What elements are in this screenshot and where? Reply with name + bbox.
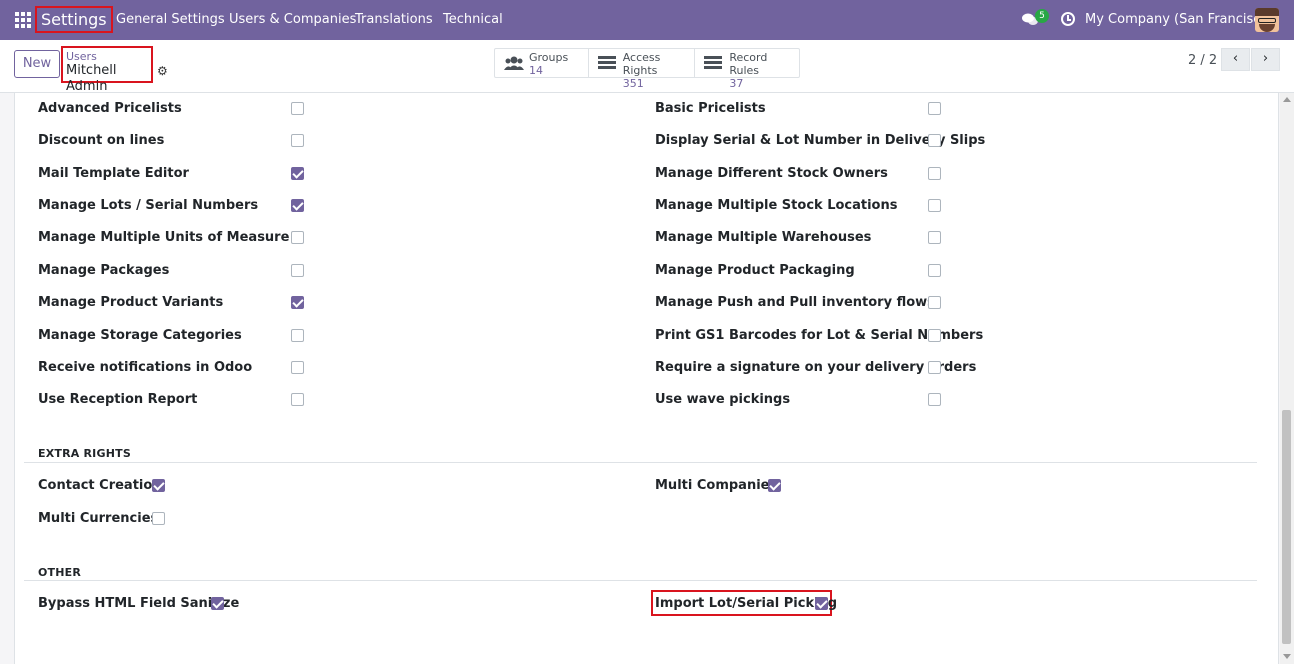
receive-notifications-in-odoo-label: Receive notifications in Odoo bbox=[38, 360, 253, 375]
receive-notifications-in-odoo-checkbox[interactable] bbox=[291, 361, 304, 374]
use-reception-report-checkbox[interactable] bbox=[291, 393, 304, 406]
scroll-up-arrow-icon[interactable] bbox=[1283, 97, 1291, 102]
groups-smart-button[interactable]: Groups 14 bbox=[495, 49, 589, 77]
gear-icon[interactable]: ⚙ bbox=[157, 65, 169, 77]
manage-product-variants-checkbox[interactable] bbox=[291, 296, 304, 309]
require-a-signature-on-your-delivery-orders-checkbox[interactable] bbox=[928, 361, 941, 374]
users-icon bbox=[504, 56, 524, 70]
groups-label: Groups bbox=[529, 51, 569, 64]
divider bbox=[24, 580, 1257, 581]
manage-product-packaging-checkbox[interactable] bbox=[928, 264, 941, 277]
multi-companies-label: Multi Companies bbox=[655, 478, 778, 493]
advanced-pricelists-checkbox[interactable] bbox=[291, 102, 304, 115]
mail-template-editor-label: Mail Template Editor bbox=[38, 166, 189, 181]
bypass-html-sanitize-checkbox[interactable] bbox=[211, 597, 224, 610]
basic-pricelists-checkbox[interactable] bbox=[928, 102, 941, 115]
contact-creation-checkbox[interactable] bbox=[152, 479, 165, 492]
manage-packages-checkbox[interactable] bbox=[291, 264, 304, 277]
discount-on-lines-label: Discount on lines bbox=[38, 133, 165, 148]
pager-previous-button[interactable]: ‹ bbox=[1221, 48, 1250, 71]
app-brand[interactable]: Settings bbox=[35, 6, 113, 33]
manage-push-and-pull-inventory-flows-checkbox[interactable] bbox=[928, 296, 941, 309]
apps-menu-icon[interactable] bbox=[15, 12, 31, 28]
manage-product-packaging-label: Manage Product Packaging bbox=[655, 263, 855, 278]
smart-buttons: Groups 14 Access Rights 351 Record Rules… bbox=[494, 48, 800, 90]
manage-product-variants-label: Manage Product Variants bbox=[38, 295, 224, 310]
bypass-html-sanitize-label: Bypass HTML Field Sanitize bbox=[38, 596, 240, 611]
scrollbar[interactable] bbox=[1280, 93, 1294, 664]
manage-packages-label: Manage Packages bbox=[38, 263, 170, 278]
manage-lots-serial-numbers-checkbox[interactable] bbox=[291, 199, 304, 212]
manage-different-stock-owners-checkbox[interactable] bbox=[928, 167, 941, 180]
multi-currencies-label: Multi Currencies bbox=[38, 511, 159, 526]
use-wave-pickings-checkbox[interactable] bbox=[928, 393, 941, 406]
access-rights-label: Access Rights bbox=[622, 51, 661, 77]
groups-count: 14 bbox=[529, 64, 543, 77]
display-serial-lot-number-in-delivery-slips-checkbox[interactable] bbox=[928, 134, 941, 147]
breadcrumb-parent[interactable]: Users bbox=[66, 50, 148, 63]
pager-next-button[interactable]: › bbox=[1251, 48, 1280, 71]
manage-lots-serial-numbers-label: Manage Lots / Serial Numbers bbox=[38, 198, 259, 213]
record-rules-count: 37 bbox=[729, 77, 744, 90]
manage-multiple-units-of-measure-label: Manage Multiple Units of Measure bbox=[38, 230, 290, 245]
pager-value: 2 / 2 bbox=[1188, 53, 1218, 68]
manage-push-and-pull-inventory-flows-label: Manage Push and Pull inventory flows bbox=[655, 295, 935, 310]
clock-icon[interactable] bbox=[1061, 12, 1075, 26]
extra-rights-title: EXTRA RIGHTS bbox=[38, 447, 131, 460]
scroll-down-arrow-icon[interactable] bbox=[1283, 654, 1291, 659]
other-title: OTHER bbox=[38, 566, 82, 579]
access-rights-smart-button[interactable]: Access Rights 351 bbox=[589, 49, 696, 90]
access-rights-count: 351 bbox=[622, 77, 644, 90]
record-rules-smart-button[interactable]: Record Rules 37 bbox=[695, 49, 799, 90]
scroll-thumb[interactable] bbox=[1282, 410, 1291, 644]
record-rules-label: Record Rules bbox=[729, 51, 768, 77]
avatar[interactable] bbox=[1255, 8, 1279, 32]
breadcrumb: Users Mitchell Admin bbox=[61, 46, 153, 94]
top-navbar: Settings General Settings Users & Compan… bbox=[0, 0, 1294, 40]
multi-companies-checkbox[interactable] bbox=[768, 479, 781, 492]
manage-different-stock-owners-label: Manage Different Stock Owners bbox=[655, 166, 888, 181]
company-switcher[interactable]: My Company (San Francisco) bbox=[1085, 12, 1273, 27]
use-reception-report-label: Use Reception Report bbox=[38, 392, 198, 407]
contact-creation-label: Contact Creation bbox=[38, 478, 162, 493]
mail-template-editor-checkbox[interactable] bbox=[291, 167, 304, 180]
multi-currencies-checkbox[interactable] bbox=[152, 512, 165, 525]
menu-translations[interactable]: Translations bbox=[355, 12, 433, 27]
divider bbox=[24, 462, 1257, 463]
use-wave-pickings-label: Use wave pickings bbox=[655, 392, 791, 407]
control-panel: New Users Mitchell Admin ⚙ Groups 14 Acc… bbox=[0, 40, 1294, 94]
chat-badge: 5 bbox=[1035, 9, 1049, 23]
manage-multiple-warehouses-checkbox[interactable] bbox=[928, 231, 941, 244]
list-icon bbox=[597, 56, 616, 70]
breadcrumb-current: Mitchell Admin bbox=[66, 63, 117, 94]
import-lot-serial-checkbox[interactable] bbox=[815, 597, 828, 610]
manage-multiple-stock-locations-label: Manage Multiple Stock Locations bbox=[655, 198, 898, 213]
import-lot-serial-label: Import Lot/Serial Picking bbox=[655, 596, 838, 611]
basic-pricelists-label: Basic Pricelists bbox=[655, 101, 766, 116]
advanced-pricelists-label: Advanced Pricelists bbox=[38, 101, 182, 116]
manage-storage-categories-checkbox[interactable] bbox=[291, 329, 304, 342]
manage-storage-categories-label: Manage Storage Categories bbox=[38, 328, 242, 343]
discount-on-lines-checkbox[interactable] bbox=[291, 134, 304, 147]
new-button[interactable]: New bbox=[14, 50, 60, 78]
manage-multiple-warehouses-label: Manage Multiple Warehouses bbox=[655, 230, 872, 245]
list-icon bbox=[704, 56, 723, 70]
menu-general-settings[interactable]: General Settings bbox=[116, 12, 225, 27]
menu-technical[interactable]: Technical bbox=[443, 12, 503, 27]
manage-multiple-stock-locations-checkbox[interactable] bbox=[928, 199, 941, 212]
print-gs1-barcodes-for-lot-serial-numbers-checkbox[interactable] bbox=[928, 329, 941, 342]
menu-users-companies[interactable]: Users & Companies bbox=[229, 12, 356, 27]
manage-multiple-units-of-measure-checkbox[interactable] bbox=[291, 231, 304, 244]
form-sheet: EXTRA RIGHTS Contact Creation Multi Comp… bbox=[14, 93, 1279, 664]
